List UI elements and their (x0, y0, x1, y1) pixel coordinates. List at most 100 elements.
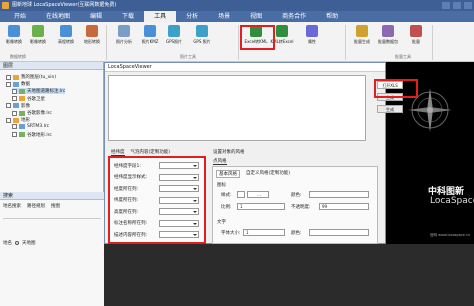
layer-tree-item[interactable]: 影像 (6, 103, 30, 109)
radio-button[interactable] (15, 241, 19, 245)
column-select[interactable] (159, 173, 199, 181)
divider (345, 25, 346, 60)
layer-tree-item[interactable]: 我的图层(tu_xin) (6, 74, 56, 80)
menu-item[interactable]: 商务合作 (272, 11, 316, 22)
layer-label: 谷歌地形.lrc (27, 132, 52, 138)
menu-item[interactable]: 编辑 (80, 11, 112, 22)
layer-checkbox[interactable] (12, 110, 17, 116)
divider (106, 25, 107, 60)
layer-checkbox[interactable] (12, 124, 17, 130)
menu-item[interactable]: 帮助 (316, 11, 348, 22)
website-text: 官网 www.locaspace.cn (430, 233, 471, 237)
menu-item[interactable]: 开始 (4, 11, 36, 22)
excel-to-kml-dialog: LocaSpaceViewer 打开XLS 生成 生成 经纬度 气泡内容(定制功… (104, 62, 403, 244)
text-color-picker[interactable] (309, 229, 369, 236)
tab-bubble-content[interactable]: 气泡内容(定制功能) (131, 149, 171, 156)
ribbon-button-label: GPS 照片 (193, 39, 211, 44)
maximize-button[interactable] (453, 2, 461, 9)
menu-item[interactable]: 下载 (112, 11, 144, 22)
layer-label: 天地图道路标注.lrc (27, 89, 66, 95)
layer-label: 我的图层(tu_xin) (21, 75, 57, 80)
ribbon-button[interactable]: 高程转换 (54, 25, 78, 45)
column-select[interactable] (159, 219, 199, 227)
ribbon-button-icon (382, 25, 394, 37)
menu-item[interactable]: 工具 (144, 11, 177, 22)
menu-item[interactable]: 在线地图 (36, 11, 80, 22)
ribbon-button[interactable]: 批量生成 (350, 25, 374, 45)
style-swatch[interactable] (237, 191, 245, 198)
layer-tree-item[interactable]: SRTM3.lrc (12, 124, 49, 130)
style-section-title: 设置对象的风格 (213, 150, 245, 155)
ribbon-group-label: 批量工具 (395, 54, 411, 59)
field-label: 纬度所在列: (114, 198, 139, 203)
style-settings: 设置对象的风格 点风格 基本风格 自定义风格(定制功能) 图标 样式: ... … (210, 148, 382, 244)
layer-icon (13, 103, 19, 109)
column-select[interactable] (159, 162, 199, 169)
layer-checkbox[interactable] (6, 74, 11, 80)
field-label: 经纬度显示样式: (114, 175, 148, 180)
column-select[interactable] (159, 185, 199, 192)
ribbon-button-icon (410, 25, 422, 37)
font-size-input[interactable]: 1 (243, 229, 285, 236)
ribbon-button-label: GPS照片 (165, 39, 183, 44)
search-tab[interactable]: 路径规划 (27, 203, 45, 209)
layer-checkbox[interactable] (12, 132, 17, 138)
ribbon-button[interactable]: GPS 照片 (190, 25, 214, 45)
tab-basic-style[interactable]: 基本风格 (216, 170, 240, 178)
minimize-button[interactable] (442, 2, 450, 9)
menu-item[interactable]: 分析 (176, 11, 208, 22)
layer-checkbox[interactable] (6, 117, 11, 123)
opacity-input[interactable]: 99 (319, 203, 369, 210)
layer-tree-item[interactable]: 天地图道路标注.lrc (12, 88, 66, 95)
tab-coordinates[interactable]: 经纬度 (111, 149, 125, 156)
excel-to-kml-highlight (240, 25, 275, 50)
ribbon-button-icon (8, 25, 20, 37)
menu-item[interactable]: 视图 (240, 11, 272, 22)
ribbon-button[interactable]: 照片分析 (112, 25, 136, 45)
field-row: 描述内容所在列: (114, 231, 199, 238)
color-picker[interactable] (309, 191, 369, 198)
column-select[interactable] (159, 208, 199, 215)
layer-tree-item[interactable]: 谷歌卫星 (12, 96, 45, 102)
style-picker-button[interactable]: ... (247, 191, 269, 198)
tab-point-style[interactable]: 点风格 (213, 158, 227, 165)
ribbon-button[interactable]: 属性 (300, 25, 324, 45)
tab-custom-style[interactable]: 自定义风格(定制功能) (246, 170, 290, 178)
layer-checkbox[interactable] (12, 88, 17, 94)
ribbon-button[interactable]: 批量 (404, 25, 428, 45)
search-tab[interactable]: 地名搜索 (3, 203, 21, 209)
open-xls-highlight (374, 79, 418, 98)
ribbon-button-label: 属性 (308, 39, 316, 44)
search-option[interactable]: 地名 天地图 (3, 240, 36, 246)
layer-tree-item[interactable]: 谷歌地形.lrc (12, 132, 52, 138)
layer-label: 谷歌卫星 (27, 96, 45, 102)
layer-tree-item[interactable]: 地形 (6, 117, 30, 123)
data-table[interactable] (108, 75, 366, 141)
field-label: 描述内容所在列: (114, 232, 148, 238)
column-select[interactable] (159, 231, 199, 238)
ribbon-button[interactable]: 地形转换 (80, 25, 104, 45)
layer-tree-item[interactable]: 谷歌影像.lrc (12, 110, 52, 116)
generate-button[interactable]: 生成 (377, 105, 403, 113)
field-row: 高度所在列: (114, 208, 199, 215)
ribbon-group-label: 数据转换 (10, 54, 26, 59)
menu-item[interactable]: 场景 (208, 11, 240, 22)
ribbon-button[interactable]: 影像转换 (26, 25, 50, 45)
layer-tree-item[interactable]: 数据 (6, 81, 30, 87)
layer-checkbox[interactable] (12, 96, 17, 102)
ribbon-button-icon (60, 25, 72, 37)
search-tab[interactable]: 搜图 (51, 203, 60, 209)
close-button[interactable] (464, 2, 472, 9)
scale-input[interactable]: 1 (237, 203, 285, 210)
ribbon-button[interactable]: 影像转换 (2, 25, 26, 45)
column-select[interactable] (159, 196, 199, 204)
field-row: 经度所在列: (114, 185, 199, 192)
layer-checkbox[interactable] (6, 103, 11, 109)
ribbon-button[interactable]: GPS照片 (162, 25, 186, 45)
ribbon-button-label: 批量 (412, 39, 420, 44)
field-label: 经度所在列: (114, 186, 139, 192)
ribbon-button[interactable]: 照片KMZ (138, 25, 162, 45)
layer-checkbox[interactable] (6, 81, 11, 87)
ribbon-button-label: 批量数据包 (378, 39, 398, 44)
ribbon-button[interactable]: 批量数据包 (376, 25, 400, 45)
